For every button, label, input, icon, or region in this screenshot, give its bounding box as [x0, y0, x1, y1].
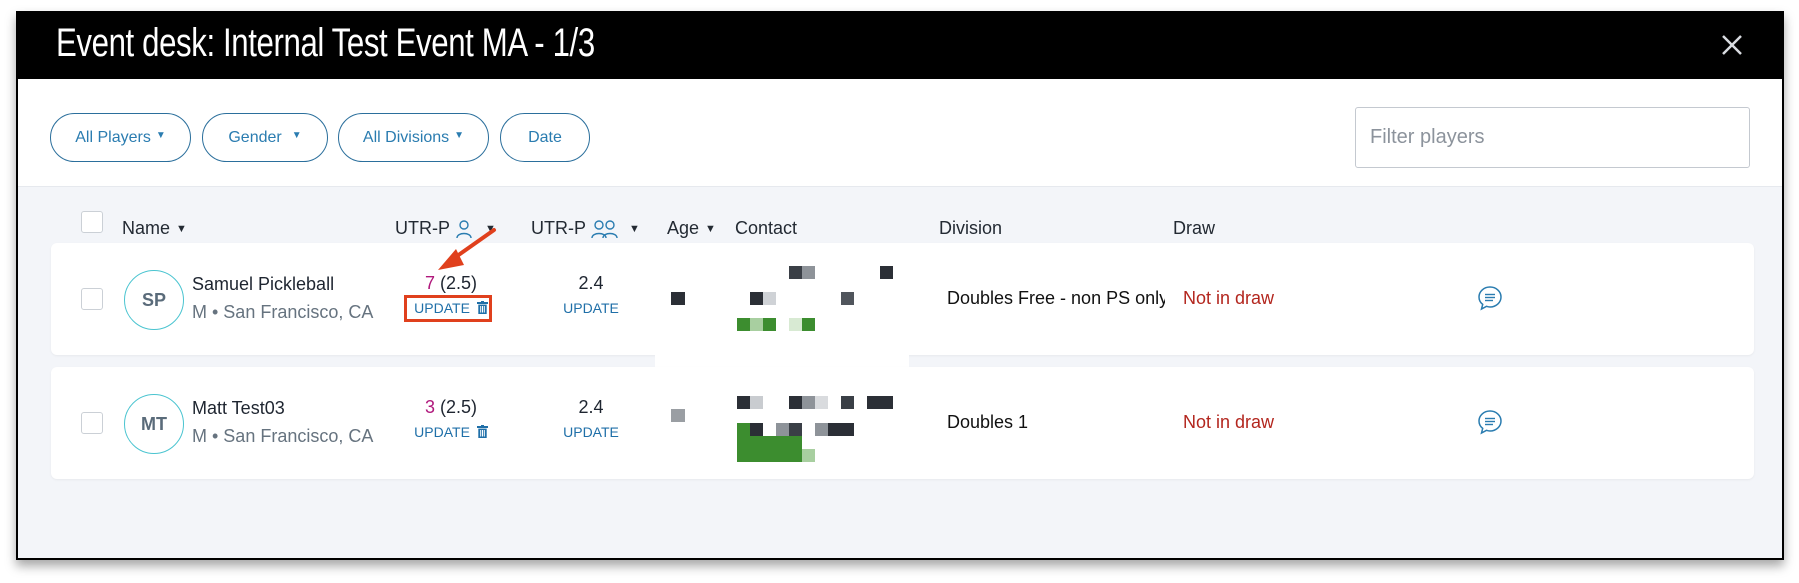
draw-status: Not in draw [1183, 288, 1275, 308]
filter-players-input[interactable] [1355, 107, 1750, 168]
people-icon [591, 219, 618, 238]
header-draw-label: Draw [1173, 218, 1216, 238]
header-division-label: Division [939, 218, 1003, 238]
player-location: M • San Francisco, CA [192, 426, 374, 446]
header-contact-label: Contact [735, 218, 798, 238]
player-name[interactable]: Samuel Pickleball [192, 274, 334, 295]
header-division: Division [939, 218, 1002, 239]
draw-status: Not in draw [1183, 412, 1275, 432]
all-divisions-label: All Divisions [362, 128, 450, 146]
table-row[interactable]: SP Samuel Pickleball M • San Francisco, … [51, 243, 1754, 369]
close-icon [1722, 35, 1742, 55]
chat-icon[interactable] [1477, 409, 1503, 435]
utr-singles-value: 7 [424, 273, 435, 293]
annotation-highlight-box [404, 295, 492, 322]
close-button[interactable] [1714, 27, 1750, 63]
filter-bar: All Players ▼ Gender ▼ All Divisions ▼ Date [18, 79, 1782, 187]
header-utr-doubles-label: UTR-P [531, 218, 586, 238]
utr-singles-value: 3 [424, 397, 435, 417]
caret-down-icon: ▼ [291, 130, 302, 141]
utr-singles-rating-text: (2.5) [440, 397, 478, 417]
all-players-label: All Players [75, 128, 151, 146]
header-name[interactable]: Name ▼ [122, 218, 187, 239]
all-divisions-filter[interactable]: All Divisions ▼ [338, 113, 489, 162]
utr-doubles-value: 2.4 [578, 273, 604, 293]
header-utr-doubles[interactable]: UTR-P ▼ [531, 218, 640, 239]
utr-doubles-value: 2.4 [578, 397, 604, 417]
row-checkbox[interactable] [81, 288, 103, 310]
player-name[interactable]: Matt Test03 [192, 398, 285, 419]
caret-down-icon: ▼ [454, 130, 465, 141]
division-name: Doubles 1 [947, 412, 1029, 432]
utr-doubles-update-button[interactable]: UPDATE [551, 300, 631, 316]
header-draw: Draw [1173, 218, 1215, 239]
utr-singles-update-button[interactable]: UPDATE [396, 424, 506, 440]
gender-filter[interactable]: Gender ▼ [202, 113, 328, 162]
gender-label: Gender [228, 128, 282, 146]
header-age[interactable]: Age ▼ [667, 218, 716, 239]
table-row[interactable]: MT Matt Test03 M • San Francisco, CA 3 (… [51, 367, 1754, 479]
caret-down-icon: ▼ [176, 222, 187, 235]
chat-icon[interactable] [1477, 285, 1503, 311]
player-location: M • San Francisco, CA [192, 302, 374, 322]
division-name: Doubles Free - non PS only pilot [947, 288, 1165, 308]
caret-down-icon: ▼ [155, 130, 166, 141]
header-age-label: Age [667, 218, 700, 238]
select-all-checkbox[interactable] [81, 211, 103, 233]
avatar: MT [124, 394, 184, 454]
utr-singles-rating: 3 (2.5) [396, 397, 506, 418]
window-title: Event desk: Internal Test Event MA - 1/3 [56, 21, 595, 65]
utr-doubles-update-button[interactable]: UPDATE [551, 424, 631, 440]
date-label: Date [528, 128, 562, 146]
header-contact: Contact [735, 218, 797, 239]
event-desk-window: Event desk: Internal Test Event MA - 1/3… [16, 11, 1784, 560]
row-checkbox[interactable] [81, 412, 103, 434]
update-label: UPDATE [414, 424, 470, 440]
annotation-arrow [438, 228, 496, 270]
date-filter[interactable]: Date [500, 113, 590, 162]
avatar: SP [124, 270, 184, 330]
caret-down-icon: ▼ [705, 222, 716, 235]
header-name-label: Name [122, 218, 171, 238]
utr-singles-rating-text: (2.5) [440, 273, 478, 293]
trash-icon[interactable] [476, 425, 488, 438]
title-bar: Event desk: Internal Test Event MA - 1/3 [18, 13, 1782, 79]
all-players-filter[interactable]: All Players ▼ [50, 113, 191, 162]
caret-down-icon: ▼ [629, 222, 640, 235]
utr-singles-rating: 7 (2.5) [396, 273, 506, 294]
